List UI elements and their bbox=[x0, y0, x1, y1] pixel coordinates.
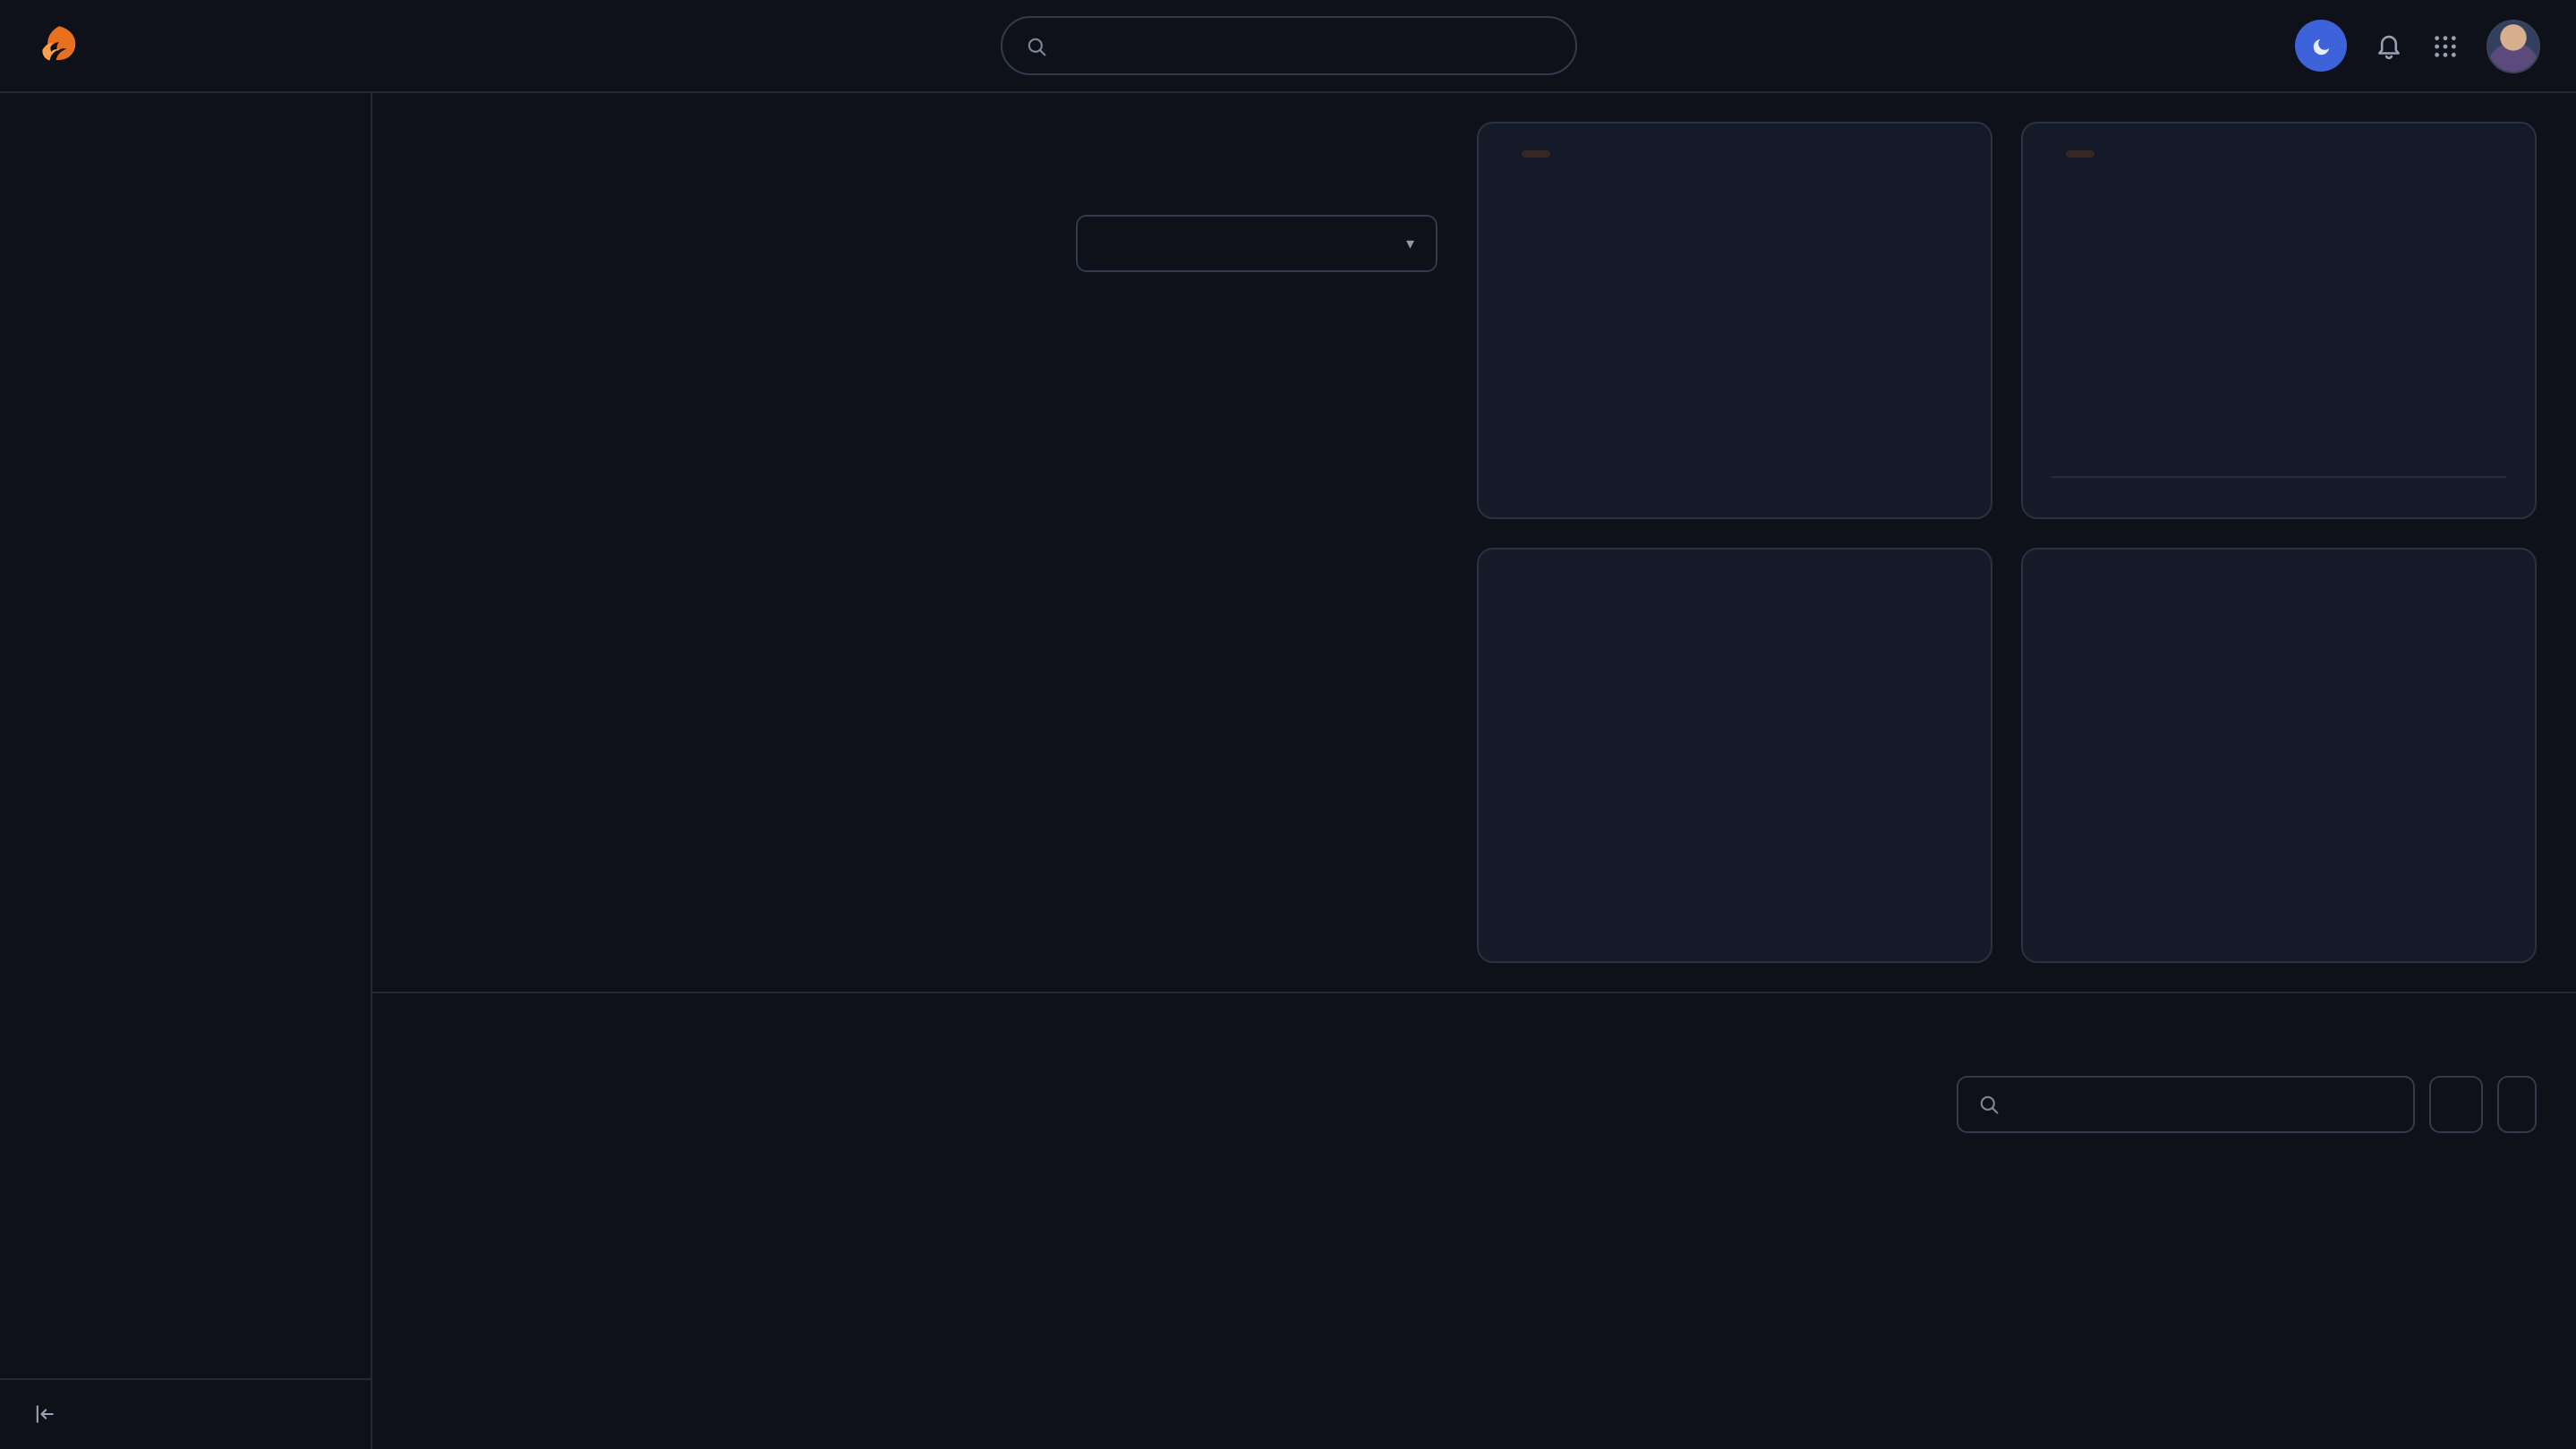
notifications-button[interactable] bbox=[2374, 30, 2404, 61]
user-avatar[interactable] bbox=[2486, 19, 2540, 72]
search-icon bbox=[1023, 33, 1048, 58]
sidebar-nav bbox=[0, 93, 371, 107]
total-sells-header: ▾ bbox=[415, 215, 1437, 272]
apps-grid-icon bbox=[2431, 31, 2460, 60]
top-navbar bbox=[0, 0, 2576, 93]
global-search-input[interactable] bbox=[1062, 33, 1553, 58]
total-orders-bar-chart bbox=[1507, 177, 1962, 335]
top-coupons-donut-chart bbox=[1649, 600, 1821, 771]
new-customers-chart bbox=[2055, 184, 2503, 469]
date-range-select[interactable]: ▾ bbox=[1076, 215, 1437, 272]
bell-icon bbox=[2374, 30, 2404, 61]
collapse-icon bbox=[32, 1402, 57, 1427]
reviews-controls bbox=[1957, 1076, 2537, 1133]
dashboard-left-column: ▾ bbox=[415, 122, 1437, 963]
app-viewport: ▾ bbox=[0, 0, 2576, 1449]
dashboard-top: ▾ bbox=[372, 93, 2576, 992]
chevron-down-icon: ▾ bbox=[1406, 234, 1414, 253]
navbar-actions bbox=[2295, 19, 2540, 72]
main-content: ▾ bbox=[372, 93, 2576, 1449]
phoenix-logo-icon bbox=[36, 22, 82, 69]
theme-toggle-button[interactable] bbox=[2295, 20, 2347, 72]
brand-logo[interactable] bbox=[36, 22, 97, 69]
latest-reviews-section bbox=[372, 992, 2576, 1133]
moon-icon bbox=[2308, 33, 2333, 58]
sidebar bbox=[0, 93, 372, 1449]
reviews-search-input[interactable] bbox=[2016, 1092, 2395, 1117]
new-customers-badge bbox=[2066, 150, 2094, 158]
apps-grid-button[interactable] bbox=[2431, 31, 2460, 60]
more-options-button[interactable] bbox=[2497, 1076, 2537, 1133]
dashboard-cards bbox=[1477, 122, 2537, 963]
total-orders-card bbox=[1477, 122, 1992, 519]
global-search[interactable] bbox=[1000, 16, 1576, 75]
all-products-button[interactable] bbox=[2429, 1076, 2483, 1133]
collapsed-view-button[interactable] bbox=[0, 1377, 371, 1449]
new-customers-x-axis bbox=[2051, 476, 2506, 490]
search-icon bbox=[1976, 1092, 2001, 1117]
paying-vs-non-paying-card bbox=[2021, 548, 2537, 963]
total-sells-chart bbox=[415, 294, 1437, 698]
top-coupons-card bbox=[1477, 548, 1992, 963]
new-customers-card bbox=[2021, 122, 2537, 519]
reviews-search[interactable] bbox=[1957, 1076, 2415, 1133]
total-orders-badge bbox=[1522, 150, 1550, 158]
donut-center-value bbox=[1649, 600, 1821, 771]
